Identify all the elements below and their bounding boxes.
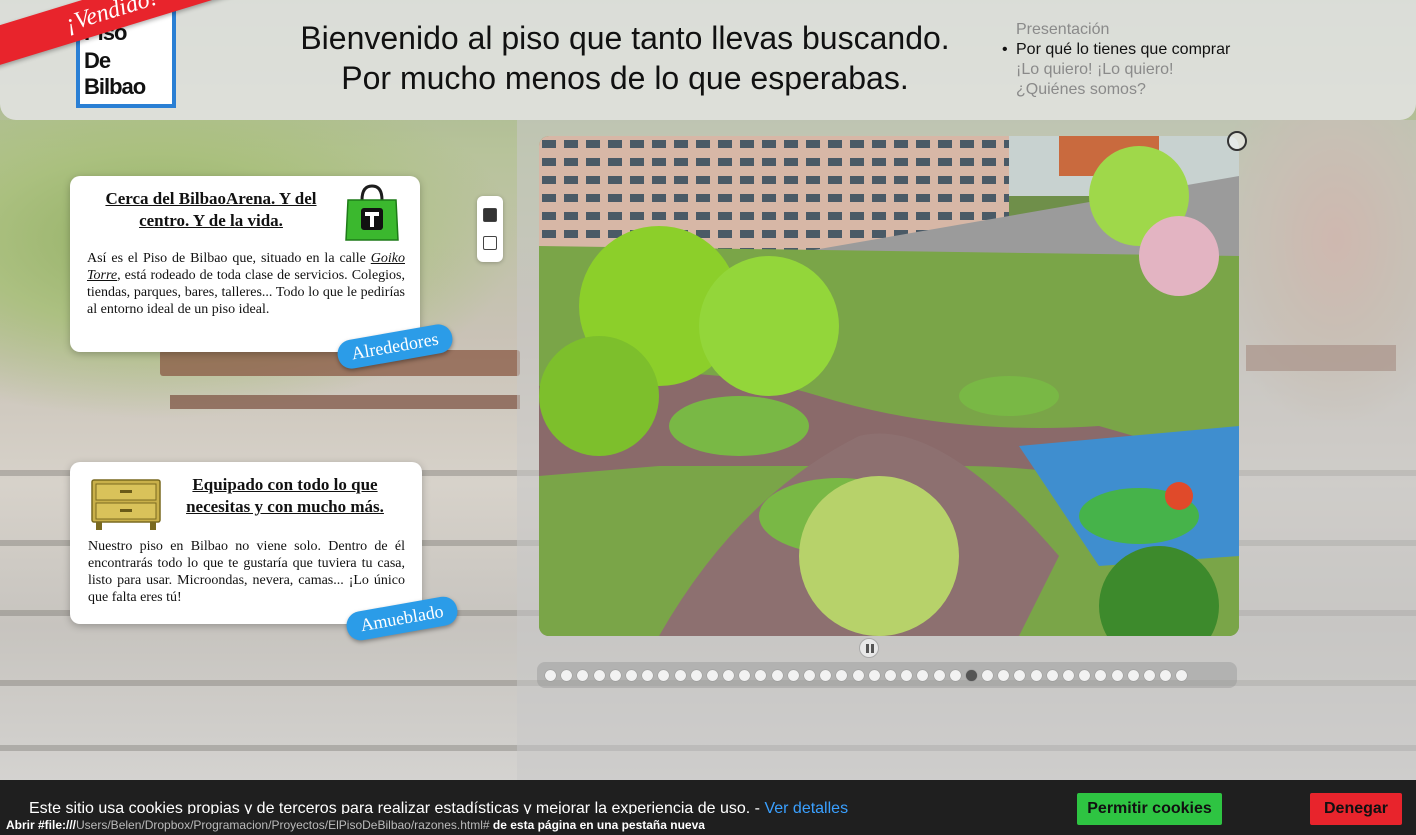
- slide-dot[interactable]: [561, 669, 573, 681]
- status-suffix: de esta página en una pestaña nueva: [489, 818, 705, 832]
- slide-dot[interactable]: [868, 669, 880, 681]
- slide-dot[interactable]: [609, 669, 621, 681]
- shopping-bag-icon: [345, 184, 399, 241]
- allow-cookies-button[interactable]: Permitir cookies: [1077, 793, 1222, 825]
- slide-dot[interactable]: [965, 669, 977, 681]
- browser-status-bar: Abrir #file:///Users/Belen/Dropbox/Progr…: [0, 815, 711, 835]
- slide-dot[interactable]: [1127, 669, 1139, 681]
- card-body: Así es el Piso de Bilbao que, situado en…: [87, 250, 405, 318]
- slide-dot[interactable]: [577, 669, 589, 681]
- slideshow-photo: [539, 136, 1239, 636]
- close-circle-icon[interactable]: [1227, 131, 1247, 151]
- slide-dot[interactable]: [982, 669, 994, 681]
- slide-dot[interactable]: [998, 669, 1010, 681]
- slide-dot[interactable]: [642, 669, 654, 681]
- slide-dot[interactable]: [593, 669, 605, 681]
- slide-dot[interactable]: [917, 669, 929, 681]
- nav-item-lo-quiero[interactable]: ¡Lo quiero! ¡Lo quiero!: [1016, 60, 1230, 80]
- card-pager-dot[interactable]: [483, 236, 497, 250]
- deny-cookies-button[interactable]: Denegar: [1310, 793, 1402, 825]
- card-body-text: Así es el Piso de Bilbao que, situado en…: [87, 251, 371, 266]
- dresser-icon: [91, 479, 161, 530]
- card-pager: [477, 196, 503, 262]
- cookie-details-link[interactable]: Ver detalles: [764, 800, 848, 814]
- slide-dot[interactable]: [820, 669, 832, 681]
- feature-card-furnished: Equipado con todo lo que necesitas y con…: [70, 462, 422, 624]
- cookie-text: Este sitio usa cookies propias y de terc…: [29, 800, 765, 814]
- card-body-text: , está rodeado de toda clase de servicio…: [87, 268, 405, 317]
- slideshow-dots: [537, 662, 1237, 688]
- main-nav: Presentación Por qué lo tienes que compr…: [1002, 20, 1230, 100]
- feature-card-surroundings: Cerca del BilbaoArena. Y del centro. Y d…: [70, 176, 420, 352]
- slide-dot[interactable]: [739, 669, 751, 681]
- logo-line: Bilbao: [84, 74, 146, 99]
- card-pager-dot[interactable]: [483, 208, 497, 222]
- slide-dot[interactable]: [1063, 669, 1074, 681]
- slide-dot[interactable]: [545, 669, 556, 681]
- card-body: Nuestro piso en Bilbao no viene solo. De…: [88, 539, 405, 605]
- slide-dot[interactable]: [658, 669, 670, 681]
- slide-dot[interactable]: [755, 669, 767, 681]
- slide-dot[interactable]: [1030, 669, 1042, 681]
- slide-dot[interactable]: [1160, 669, 1172, 681]
- site-header: Piso De Bilbao Bienvenido al piso que ta…: [0, 0, 1416, 120]
- slide-dot[interactable]: [804, 669, 815, 681]
- slide-dot[interactable]: [884, 669, 896, 681]
- page-headline: Bienvenido al piso que tanto llevas busc…: [230, 18, 1020, 98]
- nav-item-quienes-somos[interactable]: ¿Quiénes somos?: [1016, 80, 1230, 100]
- slide-dot[interactable]: [787, 669, 799, 681]
- status-prefix: Abrir #file:///: [6, 818, 77, 832]
- slide-dot[interactable]: [1111, 669, 1123, 681]
- park-photo: [539, 136, 1239, 636]
- card-title: Cerca del BilbaoArena. Y del centro. Y d…: [105, 189, 317, 230]
- slide-dot[interactable]: [625, 669, 637, 681]
- slide-dot[interactable]: [901, 669, 913, 681]
- slide-dot[interactable]: [933, 669, 945, 681]
- status-path: Users/Belen/Dropbox/Programacion/Proyect…: [76, 818, 490, 832]
- slide-dot[interactable]: [771, 669, 783, 681]
- cookie-message: Este sitio usa cookies propias y de terc…: [29, 800, 848, 814]
- slide-dot[interactable]: [690, 669, 702, 681]
- slide-dot[interactable]: [1143, 669, 1155, 681]
- background-bench-seat: [170, 395, 520, 409]
- slide-dot[interactable]: [852, 669, 864, 681]
- logo-line: De: [84, 48, 111, 73]
- nav-item-presentacion[interactable]: Presentación: [1016, 20, 1230, 40]
- slide-dot[interactable]: [1079, 669, 1091, 681]
- slide-dot[interactable]: [723, 669, 735, 681]
- slide-dot[interactable]: [674, 669, 686, 681]
- headline-line-1: Bienvenido al piso que tanto llevas busc…: [300, 20, 950, 56]
- slide-dot[interactable]: [1176, 669, 1188, 681]
- slide-dot[interactable]: [1014, 669, 1026, 681]
- nav-item-por-que[interactable]: Por qué lo tienes que comprar: [1002, 40, 1230, 60]
- slide-dot[interactable]: [706, 669, 718, 681]
- slide-dot[interactable]: [836, 669, 848, 681]
- slide-dot[interactable]: [949, 669, 961, 681]
- pause-icon[interactable]: [859, 638, 879, 658]
- slide-dot[interactable]: [1046, 669, 1058, 681]
- card-title: Equipado con todo lo que necesitas y con…: [186, 475, 384, 516]
- headline-line-2: Por mucho menos de lo que esperabas.: [341, 60, 909, 96]
- slide-dot[interactable]: [1095, 669, 1107, 681]
